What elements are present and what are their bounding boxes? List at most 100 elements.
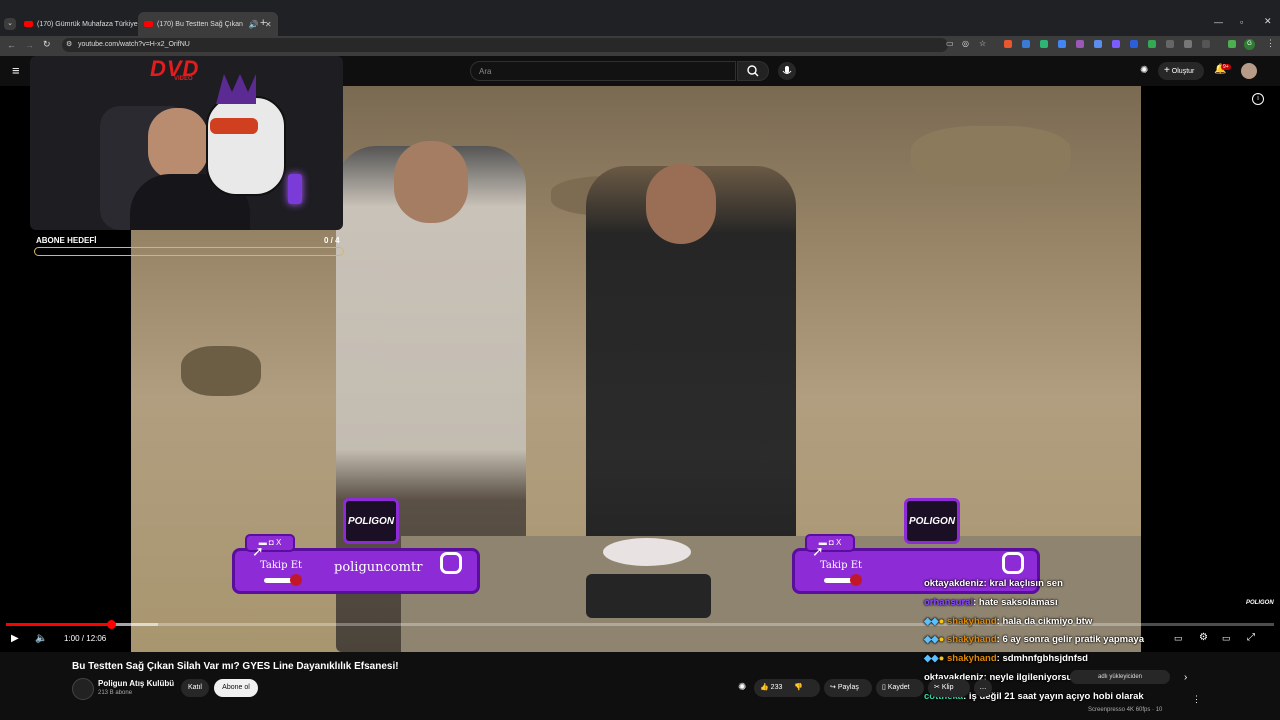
save-button[interactable]: ▯ Kaydet	[876, 679, 924, 697]
forward-icon[interactable]: →	[25, 40, 34, 50]
plus-icon: +	[1164, 65, 1170, 76]
tab-label: (170) Bu Testten Sağ Çıkan	[157, 20, 243, 28]
subtitles-icon[interactable]: ▭	[1174, 633, 1183, 644]
tab-search-button[interactable]: ⌄	[4, 18, 16, 30]
share-icon: ↪	[830, 684, 836, 691]
uploader-chip[interactable]: adlı yükleyiciden	[1070, 670, 1170, 684]
restore-icon[interactable]: ▫	[1240, 17, 1243, 27]
poligon-badge: POLIGON	[904, 498, 960, 544]
cast-icon[interactable]: ▭	[946, 39, 954, 48]
account-avatar[interactable]	[1241, 63, 1257, 79]
subscribe-button[interactable]: Abone ol	[214, 679, 258, 697]
like-dislike-group[interactable]: 👍 233 👎	[754, 679, 820, 697]
slider-knob	[850, 574, 862, 586]
profile-avatar[interactable]: G	[1244, 39, 1255, 50]
info-icon[interactable]: i	[1252, 93, 1264, 105]
chat-badges-icon: ◆◆	[924, 634, 939, 645]
more-vert-icon[interactable]: ⋮	[1192, 694, 1201, 705]
mascot-figure	[206, 96, 286, 196]
extension-icon[interactable]	[1040, 40, 1048, 48]
fullscreen-icon[interactable]: ⤢	[1247, 632, 1255, 643]
window-close-icon[interactable]: ✕	[1264, 16, 1272, 27]
search-input[interactable]: Ara	[470, 61, 736, 81]
bookmark-star-icon[interactable]: ☆	[979, 39, 986, 48]
channel-avatar[interactable]	[72, 678, 94, 700]
subscriber-goal-bar	[34, 247, 344, 256]
eye-off-icon[interactable]: ◎	[962, 39, 969, 48]
browser-menu-icon[interactable]: ⋮	[1266, 38, 1275, 49]
extension-icon[interactable]	[1148, 40, 1156, 48]
face-shape	[646, 164, 716, 244]
share-label: Paylaş	[837, 684, 859, 691]
extensions-puzzle-icon[interactable]	[1202, 40, 1210, 48]
instagram-icon	[1002, 552, 1024, 574]
time-display: 1:00 / 12:06	[64, 634, 107, 643]
chat-text: : 6 ay sonra gelir pratik yapmaya	[996, 634, 1144, 645]
follow-label: Takip Et	[260, 560, 303, 571]
extension-icon[interactable]	[1112, 40, 1120, 48]
new-tab-button[interactable]: +	[260, 17, 266, 29]
minimize-icon[interactable]: —	[1214, 17, 1223, 27]
extension-icon[interactable]	[1166, 40, 1174, 48]
chat-username: shakyhand	[947, 634, 997, 645]
more-actions-button[interactable]: ...	[974, 679, 992, 697]
live-badge-icon[interactable]: ✺	[738, 682, 746, 693]
subscriber-goal-count: 0 / 4	[324, 236, 340, 245]
search-button[interactable]	[737, 61, 769, 81]
rock-shape	[911, 126, 1071, 186]
theater-mode-icon[interactable]: ▭	[1222, 633, 1231, 644]
face-shape	[394, 141, 468, 223]
settings-gear-icon[interactable]: ⚙	[1199, 632, 1208, 643]
dislike-icon[interactable]: 👎	[794, 684, 803, 691]
extension-icon[interactable]	[1184, 40, 1192, 48]
extension-icon[interactable]	[1076, 40, 1084, 48]
chat-badges-icon: ◆◆	[924, 653, 939, 664]
live-icon[interactable]: ✺	[1140, 65, 1148, 76]
widget-handle: poliguncomtr	[334, 560, 423, 575]
rgb-light-shape	[288, 174, 302, 204]
play-icon[interactable]: ▶	[11, 633, 19, 644]
extension-icon[interactable]	[1022, 40, 1030, 48]
extension-icon[interactable]	[1228, 40, 1236, 48]
video-title: Bu Testten Sağ Çıkan Silah Var mı? GYES …	[72, 661, 399, 672]
chat-badges-icon: ◆◆	[924, 616, 939, 627]
tab-active[interactable]: (170) Bu Testten Sağ Çıkan 🔊 ✕	[138, 12, 278, 36]
subscriber-count: 213 B abone	[98, 690, 133, 696]
voice-search-button[interactable]	[778, 62, 796, 80]
extension-icon[interactable]	[1094, 40, 1102, 48]
chat-text: : hala da cikmiyo btw	[996, 616, 1093, 627]
follow-label: Takip Et	[820, 560, 863, 571]
poligon-badge: POLIGON	[343, 498, 399, 544]
channel-name[interactable]: Poligun Atış Kulübü	[98, 679, 174, 688]
goggles-shape	[210, 118, 258, 134]
join-button[interactable]: Katıl	[181, 679, 209, 697]
create-button[interactable]: + Oluştur	[1158, 62, 1204, 80]
clip-button[interactable]: ✂ Klip	[928, 679, 970, 697]
like-count: 233	[770, 684, 783, 691]
chevron-right-icon[interactable]: ›	[1184, 672, 1187, 683]
share-button[interactable]: ↪ Paylaş	[824, 679, 872, 697]
site-info-icon[interactable]: ⚙	[66, 40, 72, 48]
reload-icon[interactable]: ↻	[43, 39, 51, 50]
url-field[interactable]: youtube.com/watch?v=H-x2_OrifNU	[62, 38, 948, 52]
tab-gumruk[interactable]: (170) Gümrük Muhafaza Türkiye ✕	[24, 16, 152, 32]
speaker-icon[interactable]: 🔊	[249, 20, 259, 29]
slider-knob	[290, 574, 302, 586]
save-label: Kaydet	[887, 684, 910, 691]
chat-message: ◆◆● shakyhand: sdmhnfgbhsjdnfsd	[924, 653, 1088, 664]
hamburger-menu-icon[interactable]: ≡	[12, 63, 20, 78]
extension-icon[interactable]	[1058, 40, 1066, 48]
volume-icon[interactable]: 🔈	[35, 633, 47, 644]
chat-message: oktayakdeniz: kral kaçlısın sen	[924, 578, 1063, 589]
mohawk-shape	[216, 74, 256, 104]
search-icon	[747, 65, 759, 77]
back-icon[interactable]: ←	[7, 40, 16, 50]
chat-text: : sdmhnfgbhsjdnfsd	[996, 653, 1088, 664]
clip-label: Klip	[941, 684, 954, 691]
youtube-favicon-icon	[144, 21, 153, 27]
extension-icon[interactable]	[1004, 40, 1012, 48]
chat-username: oktayakdeniz	[924, 578, 984, 589]
like-icon[interactable]: 👍	[760, 684, 769, 691]
chat-badge-coin-icon: ●	[938, 653, 945, 664]
extension-icon[interactable]	[1130, 40, 1138, 48]
